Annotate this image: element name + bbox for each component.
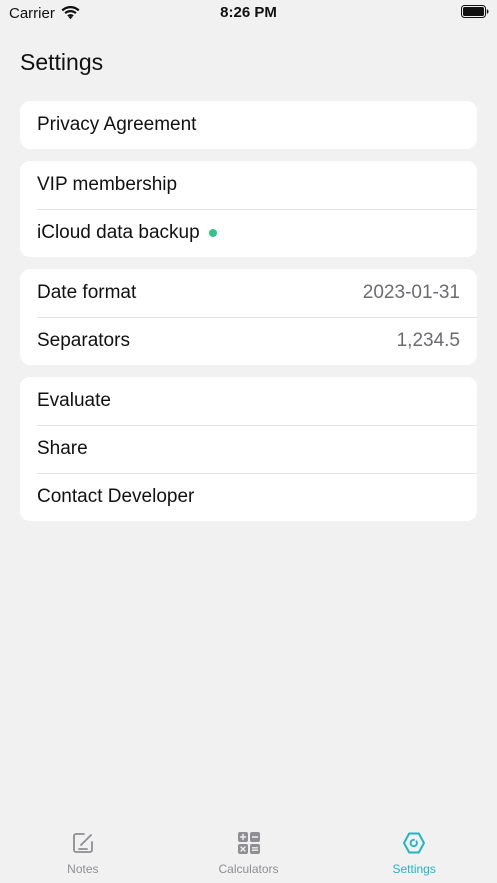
tab-notes[interactable]: Notes [0,824,166,883]
tab-bar: Notes Calculators Settings [0,824,497,883]
separators-value: 1,234.5 [396,330,460,351]
calculator-icon [237,832,260,854]
tab-settings[interactable]: Settings [331,824,497,883]
icloud-backup-label-wrap: iCloud data backup [37,222,460,244]
icloud-backup-label: iCloud data backup [37,222,200,243]
notes-icon [72,833,93,853]
date-format-label: Date format [37,282,137,303]
settings-group-account: VIP membership iCloud data backup [20,161,477,257]
tab-settings-label: Settings [392,862,436,876]
separators-label: Separators [37,330,130,351]
settings-icon [403,832,426,854]
tab-notes-label: Notes [67,862,99,876]
separators-row[interactable]: Separators 1,234.5 [20,317,477,365]
evaluate-row[interactable]: Evaluate [20,377,477,425]
page-title: Settings [20,49,104,75]
contact-developer-label: Contact Developer [37,486,195,507]
privacy-agreement-label: Privacy Agreement [37,114,197,135]
tab-calculators[interactable]: Calculators [166,824,332,883]
date-format-value: 2023-01-31 [362,282,460,303]
battery-icon [461,5,489,18]
share-label: Share [37,438,88,459]
settings-group-misc: Evaluate Share Contact Developer [20,377,477,521]
privacy-agreement-row[interactable]: Privacy Agreement [20,101,477,149]
icloud-backup-row[interactable]: iCloud data backup [20,209,477,257]
vip-membership-label: VIP membership [37,174,178,195]
backup-status-dot [208,229,217,237]
settings-group-format: Date format 2023-01-31 Separators 1,234.… [20,269,477,365]
vip-membership-row[interactable]: VIP membership [20,161,477,209]
evaluate-label: Evaluate [37,390,111,411]
date-format-row[interactable]: Date format 2023-01-31 [20,269,477,317]
clock: 8:26 PM [220,4,277,21]
settings-group-privacy: Privacy Agreement [20,101,477,149]
share-row[interactable]: Share [20,425,477,473]
tab-calculators-label: Calculators [218,862,279,876]
status-bar: Carrier 8:26 PM [0,0,497,28]
contact-developer-row[interactable]: Contact Developer [20,473,477,521]
